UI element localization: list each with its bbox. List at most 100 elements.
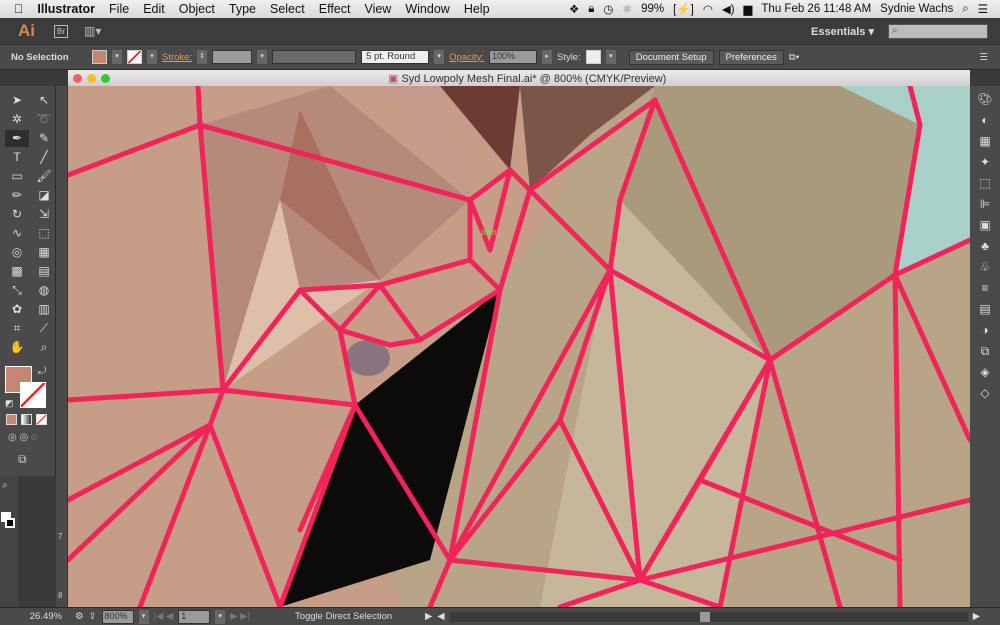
rotate-tool[interactable]: ↻ bbox=[5, 206, 29, 223]
lasso-tool[interactable]: ➰ bbox=[32, 111, 56, 128]
variable-width-profile[interactable] bbox=[272, 50, 357, 64]
color-button[interactable] bbox=[6, 414, 17, 425]
volume-icon[interactable]: ◀) bbox=[722, 2, 735, 16]
appearance-icon[interactable]: ⧉ bbox=[981, 344, 990, 362]
pencil-tool[interactable]: ✏ bbox=[5, 187, 29, 204]
default-colors-icon[interactable]: ◩ bbox=[5, 398, 14, 409]
zoom-icon[interactable]: ⌕ bbox=[2, 480, 8, 491]
zoom-tool[interactable]: ⌕ bbox=[32, 339, 56, 356]
scroll-left-icon[interactable]: ◀ bbox=[437, 611, 444, 622]
type-tool[interactable]: T bbox=[5, 149, 29, 166]
perspective-grid-tool[interactable]: ▦ bbox=[32, 244, 56, 261]
column-graph-tool[interactable]: ▥ bbox=[32, 301, 56, 318]
zoom-input[interactable]: 800% bbox=[101, 609, 134, 624]
eyedropper-tool[interactable]: ⤡ bbox=[5, 282, 29, 299]
workspace-switcher[interactable]: Essentials ▾ bbox=[811, 25, 874, 38]
opacity-label[interactable]: Opacity: bbox=[449, 52, 484, 63]
transparency-icon[interactable]: ◑ bbox=[981, 323, 988, 341]
status-menu-arrow[interactable]: ▶ bbox=[425, 611, 432, 622]
mesh-tool[interactable]: ▩ bbox=[5, 263, 29, 280]
stroke-dropdown[interactable]: ▾ bbox=[147, 50, 157, 64]
opacity-arrow[interactable]: ▸ bbox=[541, 50, 552, 64]
lowpoly-artwork[interactable]: path bbox=[68, 86, 970, 607]
artboards-icon[interactable]: ◇ bbox=[980, 386, 989, 404]
gradient-tool[interactable]: ▤ bbox=[32, 263, 56, 280]
share-icon[interactable]: ⇪ bbox=[89, 611, 97, 622]
pathfinder-icon[interactable]: ▣ bbox=[979, 218, 990, 236]
artboard-dropdown[interactable]: ▾ bbox=[215, 609, 226, 624]
stroke-label[interactable]: Stroke: bbox=[162, 52, 192, 63]
minimize-button[interactable] bbox=[87, 73, 96, 83]
style-swatch[interactable] bbox=[585, 50, 601, 64]
fill-swatch[interactable] bbox=[92, 50, 107, 64]
pen-tool[interactable]: ✒ bbox=[5, 130, 29, 147]
mesh-line[interactable] bbox=[195, 86, 203, 128]
zoom-button[interactable] bbox=[101, 73, 110, 83]
menu-effect[interactable]: Effect bbox=[312, 2, 358, 16]
arrange-documents-icon[interactable]: ▥▾ bbox=[84, 24, 101, 38]
scale-tool[interactable]: ⇲ bbox=[32, 206, 56, 223]
eraser-tool[interactable]: ◪ bbox=[32, 187, 56, 204]
selection-tool[interactable]: ➤ bbox=[5, 92, 29, 109]
swap-colors-icon[interactable]: ⤾ bbox=[38, 366, 46, 377]
zoom-dropdown[interactable]: ▾ bbox=[138, 609, 149, 624]
stroke-icon[interactable]: ≡ bbox=[981, 281, 988, 299]
notification-center-icon[interactable]: ☰ bbox=[978, 2, 988, 16]
hand-tool[interactable]: ✋ bbox=[5, 339, 29, 356]
artboard-canvas[interactable]: path bbox=[68, 86, 970, 607]
stroke-color-swatch[interactable] bbox=[20, 382, 46, 408]
dropbox-icon[interactable]: ❖ bbox=[569, 2, 579, 16]
brushes-icon[interactable]: ✦ bbox=[980, 155, 990, 173]
menu-file[interactable]: File bbox=[102, 2, 136, 16]
layers-icon[interactable]: ◈ bbox=[980, 365, 989, 383]
menu-app[interactable]: Illustrator bbox=[30, 2, 102, 16]
swatches-icon[interactable]: ▦ bbox=[979, 134, 990, 152]
panel-menu-icon[interactable]: ☰ bbox=[979, 52, 988, 63]
brush-dropdown[interactable]: ▾ bbox=[434, 50, 445, 64]
time-machine-icon[interactable]: ◷ bbox=[603, 2, 613, 16]
preferences-button[interactable]: Preferences bbox=[718, 49, 784, 65]
blend-tool[interactable]: ◍ bbox=[32, 282, 56, 299]
line-tool[interactable]: ╱ bbox=[32, 149, 56, 166]
gpu-icon[interactable]: ⚙ bbox=[75, 611, 84, 622]
scroll-right-icon[interactable]: ▶ bbox=[973, 611, 980, 622]
direct-selection-tool[interactable]: ↖ bbox=[32, 92, 56, 109]
stroke-mini-swatch[interactable] bbox=[5, 518, 15, 528]
user-name[interactable]: Sydnie Wachs bbox=[880, 3, 953, 15]
menu-help[interactable]: Help bbox=[457, 2, 497, 16]
bridge-button[interactable]: Br bbox=[54, 24, 68, 38]
stroke-weight-input[interactable] bbox=[212, 50, 253, 64]
draw-modes-icon[interactable]: ◎ ◎ ◌ bbox=[8, 432, 37, 443]
clock[interactable]: Thu Feb 26 11:48 AM bbox=[761, 3, 871, 15]
opacity-input[interactable]: 100% bbox=[488, 50, 537, 64]
none-button[interactable] bbox=[36, 414, 47, 425]
free-transform-tool[interactable]: ⬚ bbox=[32, 225, 56, 242]
brush-definition[interactable]: 5 pt. Round bbox=[361, 50, 430, 64]
color-panel-icon[interactable]: 🎨︎ bbox=[977, 92, 992, 110]
artboard-tool[interactable]: ⌗ bbox=[5, 320, 29, 337]
vertical-ruler[interactable]: 7 8 bbox=[56, 86, 68, 607]
artboard-input[interactable]: 1 bbox=[178, 609, 211, 624]
spotlight-icon[interactable]: ⌕ bbox=[962, 3, 968, 16]
status-tool-hint[interactable]: Toggle Direct Selection bbox=[295, 611, 420, 622]
stroke-weight-dropdown[interactable]: ▾ bbox=[257, 50, 268, 64]
anchor-point-tool[interactable]: ✎ bbox=[32, 130, 56, 147]
screen-mode-icon[interactable]: ⧉ bbox=[18, 452, 27, 467]
warp-tool[interactable]: ∿ bbox=[5, 225, 29, 242]
arrange-icon[interactable]: ⧉▾ bbox=[789, 52, 800, 63]
apple-icon[interactable]:  bbox=[0, 2, 30, 16]
rectangle-tool[interactable]: ▭ bbox=[5, 168, 29, 185]
fill-dropdown[interactable]: ▾ bbox=[112, 50, 122, 64]
lock-icon[interactable]: 🔒︎ bbox=[588, 3, 594, 16]
menu-object[interactable]: Object bbox=[172, 2, 222, 16]
gradient-icon[interactable]: ▤ bbox=[979, 302, 990, 320]
horizontal-scrollbar[interactable] bbox=[449, 611, 968, 622]
next-artboard-icon[interactable]: ▶ ▶| bbox=[230, 611, 250, 622]
symbol-sprayer-tool[interactable]: ✿ bbox=[5, 301, 29, 318]
menu-view[interactable]: View bbox=[357, 2, 398, 16]
battery-percent[interactable]: 99% bbox=[641, 3, 664, 15]
menu-edit[interactable]: Edit bbox=[136, 2, 172, 16]
symbols-icon[interactable]: ♣ bbox=[981, 239, 989, 257]
slice-tool[interactable]: ⟋ bbox=[32, 320, 56, 337]
wifi-icon[interactable]: ◠ bbox=[703, 2, 713, 16]
